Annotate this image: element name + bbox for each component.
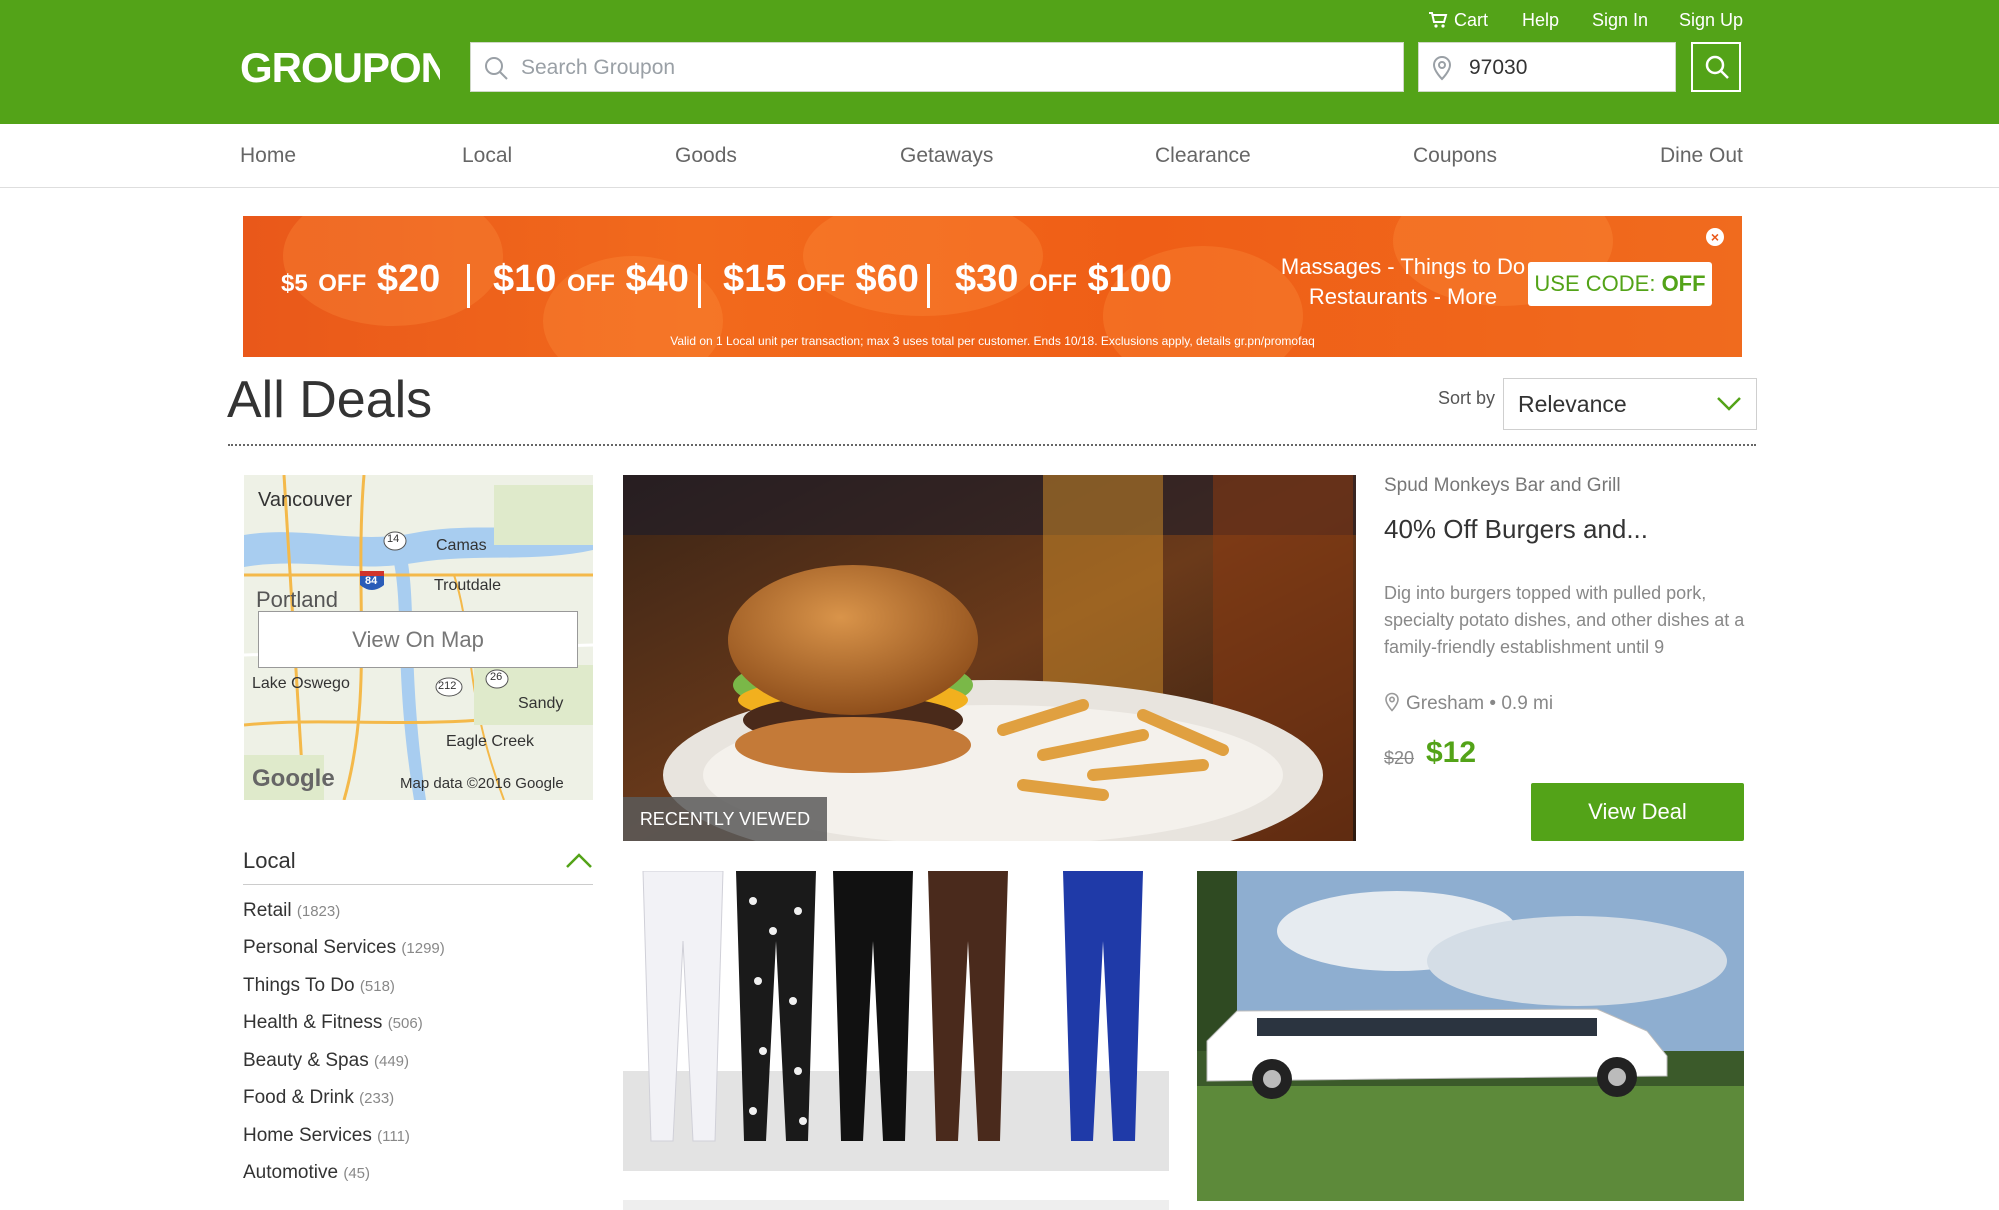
location-field[interactable] <box>1418 42 1676 93</box>
location-input[interactable] <box>1467 43 1671 93</box>
burger-photo <box>623 475 1356 841</box>
cart-link[interactable]: Cart <box>1428 8 1488 32</box>
sort-value: Relevance <box>1518 391 1627 417</box>
map-place: Eagle Creek <box>446 733 535 750</box>
chevron-down-icon <box>1717 397 1741 411</box>
deal-description: Dig into burgers topped with pulled pork… <box>1384 583 1745 657</box>
nav-goods[interactable]: Goods <box>675 143 737 169</box>
promo-fine-print: Valid on 1 Local unit per transaction; m… <box>670 334 1315 348</box>
category-retail[interactable]: Retail (1823) <box>243 899 340 924</box>
original-price: $20 <box>1384 748 1415 768</box>
map-place: Lake Oswego <box>252 675 350 692</box>
location-pin-icon <box>1432 55 1452 81</box>
deals-map[interactable]: Vancouver Camas Portland Troutdale Lake … <box>244 475 593 800</box>
chevron-up-icon[interactable] <box>565 852 593 870</box>
close-icon[interactable]: × <box>1706 228 1724 246</box>
map-shield: 26 <box>490 671 503 683</box>
sort-label: Sort by <box>1438 388 1496 408</box>
view-deal-button[interactable]: View Deal <box>1531 783 1744 841</box>
sign-up-link[interactable]: Sign Up <box>1679 8 1743 32</box>
view-on-map-button[interactable]: View On Map <box>258 611 578 668</box>
pants-photo <box>623 871 1169 1171</box>
promo-code-badge: USE CODE: OFF <box>1528 262 1712 306</box>
filter-divider <box>243 884 593 885</box>
search-input[interactable] <box>519 43 1393 93</box>
help-link[interactable]: Help <box>1522 8 1559 32</box>
cart-label: Cart <box>1454 10 1489 30</box>
nav-getaways[interactable]: Getaways <box>900 143 993 169</box>
deal-title[interactable]: 40% Off Burgers and... <box>1384 514 1648 545</box>
title-divider <box>228 444 1756 446</box>
map-place: Troutdale <box>434 577 501 594</box>
page-title: All Deals <box>227 371 433 429</box>
nav-clearance[interactable]: Clearance <box>1155 143 1251 169</box>
deal-tile-pants[interactable] <box>623 871 1169 1171</box>
location-pin-icon <box>1385 692 1399 712</box>
map-shield: 84 <box>365 575 378 587</box>
category-beauty-spas[interactable]: Beauty & Spas (449) <box>243 1049 409 1074</box>
map-place: Vancouver <box>258 489 353 511</box>
promo-divider <box>927 264 930 308</box>
map-place: Portland <box>256 587 338 612</box>
promo-divider <box>698 264 701 308</box>
promo-banner[interactable]: $5 OFF $20 $10 OFF $40 $15 OFF $60 $30 O… <box>243 216 1742 357</box>
top-bar: Cart Help Sign In Sign Up GROUPON <box>0 0 1999 124</box>
main-nav: Home Local Goods Getaways Clearance Coup… <box>0 124 1999 188</box>
deal-location: Gresham • 0.9 mi <box>1384 692 1553 715</box>
sign-in-link[interactable]: Sign In <box>1592 8 1648 32</box>
map-place: Sandy <box>518 695 564 712</box>
category-health-fitness[interactable]: Health & Fitness (506) <box>243 1011 423 1036</box>
recently-viewed-badge: RECENTLY VIEWED <box>623 797 827 841</box>
promo-offer-1: $5 OFF $20 <box>281 258 441 300</box>
deal-tile-limo[interactable] <box>1197 871 1744 1201</box>
nav-dine-out[interactable]: Dine Out <box>1660 143 1743 169</box>
category-home-services[interactable]: Home Services (111) <box>243 1124 410 1149</box>
category-personal-services[interactable]: Personal Services (1299) <box>243 936 445 961</box>
brand-text: GROUPON <box>240 44 440 91</box>
google-logo: Google <box>252 765 335 792</box>
local-filter-heading[interactable]: Local <box>243 848 296 874</box>
groupon-logo[interactable]: GROUPON <box>240 42 451 92</box>
map-attribution: Map data ©2016 Google <box>400 775 564 792</box>
nav-coupons[interactable]: Coupons <box>1413 143 1497 169</box>
nav-home[interactable]: Home <box>240 143 296 169</box>
category-things-to-do[interactable]: Things To Do (518) <box>243 974 395 999</box>
sort-dropdown[interactable]: Relevance <box>1503 378 1757 430</box>
search-icon <box>485 57 508 80</box>
promo-offer-2: $10 OFF $40 <box>493 258 689 300</box>
promo-offer-4: $30 OFF $100 <box>955 258 1173 300</box>
sale-price: $12 <box>1426 736 1477 769</box>
map-shield: 14 <box>387 533 400 545</box>
merchant-name: Spud Monkeys Bar and Grill <box>1384 475 1621 496</box>
map-shield: 212 <box>438 680 457 692</box>
promo-divider <box>467 264 470 308</box>
category-food-drink[interactable]: Food & Drink (233) <box>243 1086 394 1111</box>
deal-image[interactable]: RECENTLY VIEWED <box>623 475 1356 841</box>
limo-photo <box>1197 871 1744 1201</box>
tile-divider <box>623 1200 1169 1210</box>
nav-local[interactable]: Local <box>462 143 512 169</box>
search-icon <box>1705 55 1729 79</box>
search-button[interactable] <box>1691 42 1741 92</box>
search-field[interactable] <box>470 42 1404 93</box>
map-place: Camas <box>436 537 487 554</box>
promo-offer-3: $15 OFF $60 <box>723 258 919 300</box>
cart-icon <box>1429 12 1448 28</box>
promo-categories: Massages - Things to Do Restaurants - Mo… <box>1280 254 1526 309</box>
category-automotive[interactable]: Automotive (45) <box>243 1161 370 1186</box>
